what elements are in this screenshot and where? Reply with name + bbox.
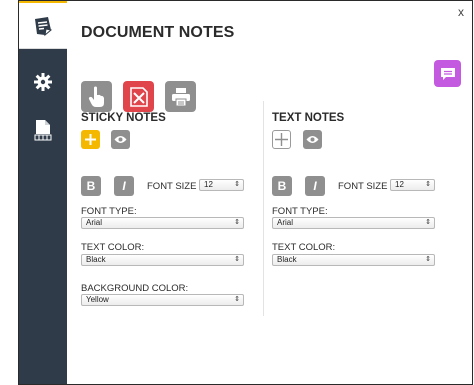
document-grid-icon [34, 120, 52, 141]
sidebar-tab-settings[interactable] [19, 58, 67, 106]
text-font-type-value: Arial [277, 218, 294, 227]
sticky-bg-color-value: Yellow [86, 295, 109, 304]
sidebar [19, 1, 67, 384]
text-notes-title: TEXT NOTES [272, 112, 345, 124]
sidebar-tab-notes[interactable] [19, 1, 67, 49]
document-notes-panel: x DOCUMENT NOTES STICKY NOTES B I FONT S… [18, 0, 473, 385]
print-icon [171, 87, 190, 106]
chevron-updown-icon: ⇕ [234, 296, 240, 303]
add-text-icon [275, 133, 288, 146]
eye-icon [306, 136, 319, 143]
section-divider [263, 101, 264, 316]
text-font-type-select[interactable]: Arial ⇕ [272, 217, 435, 229]
text-font-size-value: 12 [395, 180, 404, 189]
text-bold-button[interactable]: B [272, 176, 292, 196]
chevron-updown-icon: ⇕ [425, 256, 431, 263]
add-sticky-note-button[interactable] [81, 130, 100, 149]
gear-icon [34, 73, 52, 91]
text-text-color-select[interactable]: Black ⇕ [272, 254, 435, 266]
sticky-italic-button[interactable]: I [114, 176, 134, 196]
text-font-size-label: FONT SIZE [338, 181, 388, 192]
page-title: DOCUMENT NOTES [81, 24, 235, 41]
sticky-font-size-value: 12 [204, 180, 213, 189]
comment-button[interactable] [434, 60, 461, 87]
sticky-visibility-button[interactable] [111, 130, 130, 149]
chevron-updown-icon: ⇕ [234, 256, 240, 263]
chevron-updown-icon: ⇕ [234, 181, 240, 188]
print-button[interactable] [165, 81, 196, 112]
add-note-icon [85, 134, 96, 145]
text-font-type-label: FONT TYPE: [272, 206, 328, 217]
sticky-bg-color-select[interactable]: Yellow ⇕ [81, 294, 244, 306]
text-text-color-value: Black [277, 255, 297, 264]
chevron-updown-icon: ⇕ [234, 219, 240, 226]
sticky-text-color-value: Black [86, 255, 106, 264]
eye-icon [114, 136, 127, 143]
sidebar-tab-layout[interactable] [19, 106, 67, 154]
sticky-font-type-value: Arial [86, 218, 103, 227]
text-italic-button[interactable]: I [305, 176, 325, 196]
delete-note-button[interactable] [123, 81, 154, 112]
text-visibility-button[interactable] [303, 130, 322, 149]
hand-pointer-icon [88, 86, 104, 107]
sticky-bold-button[interactable]: B [81, 176, 101, 196]
close-button[interactable]: x [458, 5, 464, 19]
sticky-font-type-select[interactable]: Arial ⇕ [81, 217, 244, 229]
select-tool-button[interactable] [81, 81, 112, 112]
sticky-notes-title: STICKY NOTES [81, 112, 166, 124]
sticky-font-size-label: FONT SIZE [147, 181, 197, 192]
delete-note-icon [129, 86, 148, 107]
sticky-text-color-select[interactable]: Black ⇕ [81, 254, 244, 266]
chevron-updown-icon: ⇕ [425, 181, 431, 188]
chevron-updown-icon: ⇕ [425, 219, 431, 226]
sticky-bg-color-label: BACKGROUND COLOR: [81, 283, 189, 294]
sticky-note-icon [35, 16, 53, 36]
comment-icon [440, 67, 455, 80]
add-text-note-button[interactable] [272, 130, 291, 149]
sticky-font-size-select[interactable]: 12 ⇕ [199, 179, 244, 191]
text-font-size-select[interactable]: 12 ⇕ [390, 179, 435, 191]
notes-content: x DOCUMENT NOTES STICKY NOTES B I FONT S… [67, 1, 472, 384]
sticky-font-type-label: FONT TYPE: [81, 206, 137, 217]
text-text-color-label: TEXT COLOR: [272, 242, 336, 253]
sticky-text-color-label: TEXT COLOR: [81, 242, 145, 253]
